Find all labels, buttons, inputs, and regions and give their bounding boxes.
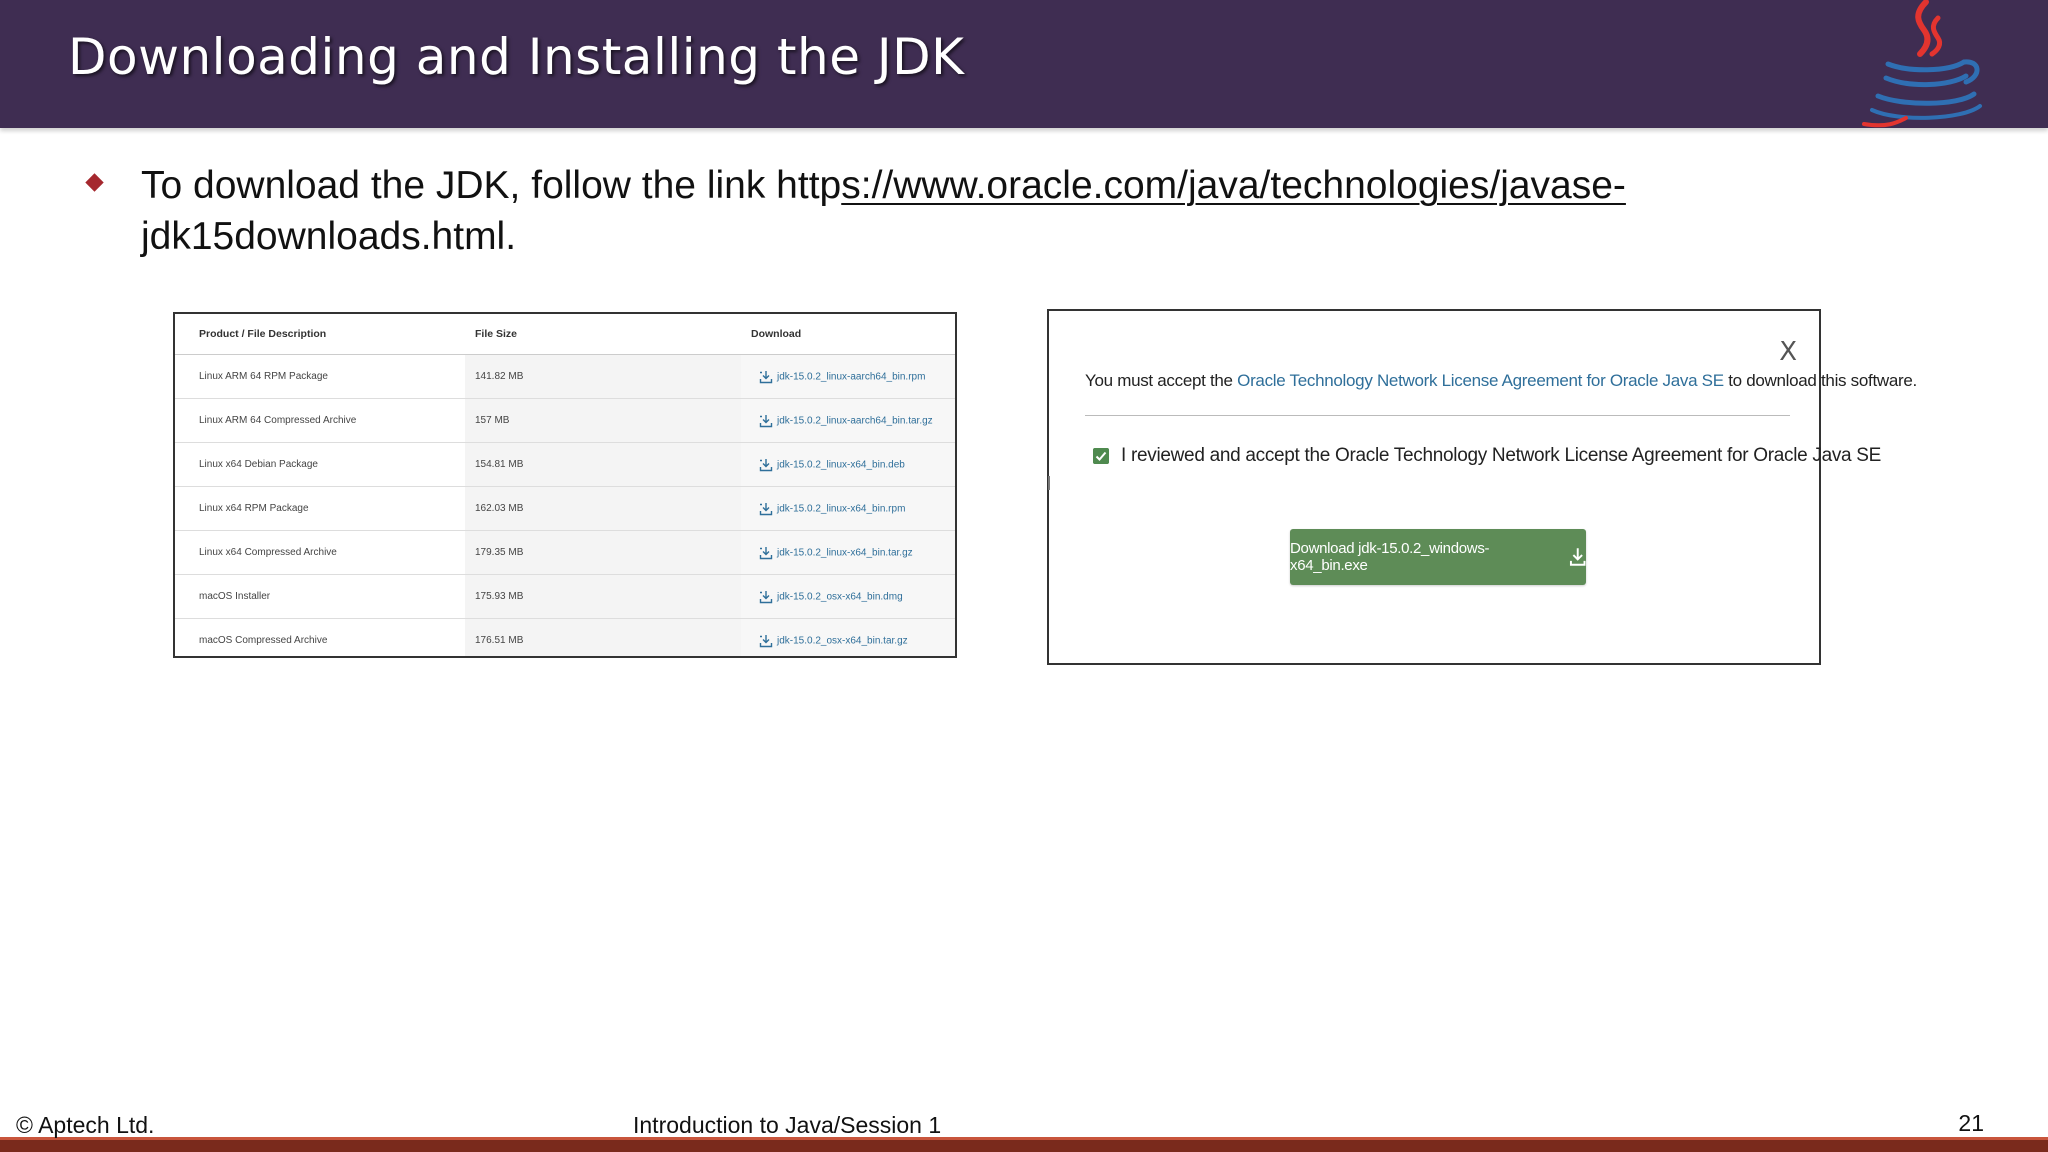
table-row: Linux x64 Compressed Archive 179.35 MB jdk… [175,530,955,575]
bullet-text-before: To download the JDK, follow the link htt… [141,164,842,207]
slide-title: Downloading and Installing the JDK [68,28,965,86]
accept-checkbox-label: I reviewed and accept the Oracle Technol… [1121,445,1882,466]
edge-mark [1048,476,1050,490]
downloads-table-screenshot: Product / File Description File Size Dow… [173,312,957,658]
downloads-table-body: Linux ARM 64 RPM Package 141.82 MB jdk-15.… [175,354,955,656]
file-description-cell: Linux ARM 64 Compressed Archive [175,398,465,443]
table-row: Linux x64 RPM Package 162.03 MB jdk-15.0.2… [175,486,955,531]
file-description-cell: macOS Compressed Archive [175,618,465,656]
file-description-cell: macOS Installer [175,574,465,619]
downloads-table: Product / File Description File Size Dow… [175,314,955,656]
bullet-text: To download the JDK, follow the link htt… [141,160,1791,262]
download-icon [759,414,773,428]
java-logo-icon [1862,0,1982,128]
file-description-cell: Linux ARM 64 RPM Package [175,354,465,399]
table-row: Linux x64 Debian Package 154.81 MB jdk-15.… [175,442,955,487]
license-message: You must accept the Oracle Technology Ne… [1085,371,1917,391]
download-icon [759,458,773,472]
download-file-link[interactable]: jdk-15.0.2_osx-x64_bin.tar.gz [777,635,908,646]
download-link-cell[interactable]: jdk-15.0.2_osx-x64_bin.tar.gz [741,618,955,656]
table-row: macOS Compressed Archive 176.51 MB jdk-15.… [175,618,955,656]
file-size-cell: 162.03 MB [465,486,741,531]
download-file-link[interactable]: jdk-15.0.2_linux-aarch64_bin.rpm [777,371,925,382]
file-size-cell: 176.51 MB [465,618,741,656]
file-size-cell: 175.93 MB [465,574,741,619]
page-number: 21 [1958,1110,1984,1136]
download-link-cell[interactable]: jdk-15.0.2_linux-aarch64_bin.tar.gz [741,398,955,443]
download-icon [759,370,773,384]
download-icon [759,634,773,648]
license-message-prefix: You must accept the [1085,371,1238,390]
footer-copyright: © Aptech Ltd. [16,1112,155,1138]
footer-bar [0,1140,2048,1152]
close-icon[interactable]: X [1779,339,1797,365]
download-file-link[interactable]: jdk-15.0.2_linux-aarch64_bin.tar.gz [777,415,933,426]
file-description-cell: Linux x64 Debian Package [175,442,465,487]
download-link-cell[interactable]: jdk-15.0.2_linux-aarch64_bin.rpm [741,354,955,399]
bullet-text-after: jdk15downloads.html. [141,215,517,258]
table-row: Linux ARM 64 RPM Package 141.82 MB jdk-15.… [175,354,955,399]
slide: Downloading and Installing the JDK To do… [0,0,2048,1152]
license-message-suffix: to download this software. [1723,371,1917,390]
jdk-download-link[interactable]: s://www.oracle.com/java/technologies/jav… [841,164,1626,207]
download-file-link[interactable]: jdk-15.0.2_linux-x64_bin.deb [777,459,905,470]
file-description-cell: Linux x64 RPM Package [175,486,465,531]
table-row: macOS Installer 175.93 MB jdk-15.0.2_osx-x… [175,574,955,619]
download-jdk-button[interactable]: Download jdk-15.0.2_windows-x64_bin.exe [1290,529,1586,585]
accept-checkbox[interactable] [1093,448,1109,464]
file-description-cell: Linux x64 Compressed Archive [175,530,465,575]
footer-course-title: Introduction to Java/Session 1 [633,1112,942,1138]
download-icon [1569,548,1586,566]
download-icon [759,546,773,560]
file-size-cell: 154.81 MB [465,442,741,487]
download-file-link[interactable]: jdk-15.0.2_osx-x64_bin.dmg [777,591,903,602]
download-icon [759,590,773,604]
license-agreement-link[interactable]: Oracle Technology Network License Agreem… [1237,371,1724,390]
download-link-cell[interactable]: jdk-15.0.2_linux-x64_bin.deb [741,442,955,487]
table-row: Linux ARM 64 Compressed Archive 157 MB jdk… [175,398,955,443]
column-header-download: Download [741,314,955,355]
download-link-cell[interactable]: jdk-15.0.2_osx-x64_bin.dmg [741,574,955,619]
column-header-description: Product / File Description [175,314,465,355]
download-link-cell[interactable]: jdk-15.0.2_linux-x64_bin.tar.gz [741,530,955,575]
download-icon [759,502,773,516]
slide-header: Downloading and Installing the JDK [0,0,2048,128]
file-size-cell: 141.82 MB [465,354,741,399]
download-link-cell[interactable]: jdk-15.0.2_linux-x64_bin.rpm [741,486,955,531]
download-file-link[interactable]: jdk-15.0.2_linux-x64_bin.rpm [777,503,905,514]
download-jdk-button-label: Download jdk-15.0.2_windows-x64_bin.exe [1290,540,1490,574]
license-dialog-screenshot: X You must accept the Oracle Technology … [1047,309,1917,665]
table-header-row: Product / File Description File Size Dow… [175,314,955,355]
bullet-diamond-icon [85,173,104,192]
column-header-size: File Size [465,314,741,355]
dialog-divider [1085,415,1790,416]
file-size-cell: 179.35 MB [465,530,741,575]
download-file-link[interactable]: jdk-15.0.2_linux-x64_bin.tar.gz [777,547,913,558]
file-size-cell: 157 MB [465,398,741,443]
